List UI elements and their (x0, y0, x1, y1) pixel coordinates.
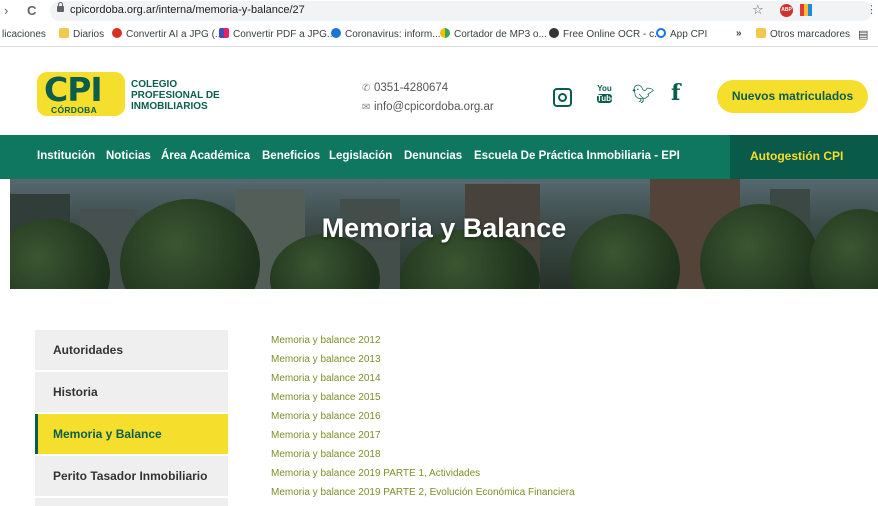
bookmark-item[interactable]: Convertir AI a JPG (... (112, 28, 223, 42)
logo-text: CPI (44, 70, 103, 109)
logo-city: CÓRDOBA (51, 105, 98, 115)
sidebar: Autoridades Historia Memoria y Balance P… (35, 330, 228, 506)
sidebar-item-next[interactable] (35, 498, 228, 506)
youtube-icon[interactable]: You Tube (597, 84, 616, 108)
reading-list-icon[interactable]: ▤ (858, 28, 868, 42)
mail-icon: ✉ (362, 102, 371, 113)
bookmark-item[interactable]: App CPI (656, 28, 707, 42)
extension-icon[interactable] (800, 4, 812, 16)
sidebar-item-autoridades[interactable]: Autoridades (35, 330, 228, 370)
sidebar-item-perito-tasador[interactable]: Perito Tasador Inmobiliario (35, 456, 228, 496)
nav-beneficios[interactable]: Beneficios (262, 150, 320, 162)
page-title: Memoria y Balance (321, 213, 567, 243)
converter-icon (112, 28, 122, 38)
app-cpi-icon (656, 28, 666, 38)
nav-noticias[interactable]: Noticias (106, 150, 151, 162)
address-bar[interactable]: cpicordoba.org.ar/interna/memoria-y-bala… (50, 1, 872, 21)
nuevos-matriculados-button[interactable]: Nuevos matriculados (717, 80, 868, 113)
lock-icon (57, 2, 64, 12)
bookmark-item[interactable]: Coronavirus: inform... (331, 28, 441, 42)
document-list: Memoria y balance 2012 Memoria y balance… (271, 334, 575, 505)
document-link[interactable]: Memoria y balance 2012 (271, 334, 575, 353)
twitter-icon[interactable]: 🐦︎ (632, 84, 655, 105)
url-text[interactable]: cpicordoba.org.ar/interna/memoria-y-bala… (70, 4, 305, 16)
document-link[interactable]: Memoria y balance 2018 (271, 448, 575, 467)
logo[interactable]: CPI CÓRDOBA (37, 70, 125, 116)
document-link[interactable]: Memoria y balance 2017 (271, 429, 575, 448)
site-header: CPI CÓRDOBA COLEGIO PROFESIONAL DE INMOB… (0, 47, 878, 135)
facebook-icon[interactable]: f (671, 80, 680, 106)
bookmark-item[interactable]: Convertir PDF a JPG... (219, 28, 335, 42)
document-link[interactable]: Memoria y balance 2014 (271, 372, 575, 391)
browser-chrome: › C cpicordoba.org.ar/interna/memoria-y-… (0, 0, 878, 47)
reload-icon[interactable]: C (27, 3, 36, 18)
nav-institucion[interactable]: Institución (37, 150, 95, 162)
instagram-icon[interactable] (553, 88, 572, 107)
document-link[interactable]: Memoria y balance 2019 PARTE 2, Evolució… (271, 486, 575, 505)
email[interactable]: ✉ info@cpicordoba.org.ar (362, 101, 494, 120)
bookmark-item[interactable]: Cortador de MP3 o... (440, 28, 547, 42)
drop-icon (331, 28, 341, 38)
contact-info: ✆ 0351-4280674 ✉ info@cpicordoba.org.ar (362, 82, 494, 120)
bookmarks-overflow-icon[interactable]: » (736, 28, 742, 39)
bookmark-item[interactable]: Free Online OCR - c... (549, 28, 662, 42)
nav-denuncias[interactable]: Denuncias (404, 150, 462, 162)
sidebar-item-historia[interactable]: Historia (35, 372, 228, 412)
bookmark-star-icon[interactable]: ☆ (752, 2, 764, 18)
sidebar-item-memoria-y-balance[interactable]: Memoria y Balance (35, 414, 228, 454)
document-link[interactable]: Memoria y balance 2013 (271, 353, 575, 372)
adblock-extension-icon[interactable]: ABP (780, 4, 793, 17)
nav-area-academica[interactable]: Área Académica (161, 150, 250, 162)
nav-autogestion[interactable]: Autogestión CPI (750, 149, 843, 163)
bookmarks-bar: licaciones Diarios Convertir AI a JPG (.… (0, 23, 878, 45)
folder-icon (59, 28, 69, 38)
autogestion-section: Autogestión CPI (730, 135, 878, 179)
address-row: › C cpicordoba.org.ar/interna/memoria-y-… (0, 0, 878, 22)
pdf-converter-icon (219, 28, 229, 38)
phone: ✆ 0351-4280674 (362, 82, 449, 94)
hero-banner: Memoria y Balance (10, 179, 878, 289)
folder-icon (756, 28, 766, 38)
bookmark-item[interactable]: Otros marcadores (756, 28, 850, 42)
menu-icon[interactable]: ⋮ (866, 3, 877, 16)
org-name: COLEGIO PROFESIONAL DE INMOBILIARIOS (131, 79, 220, 112)
document-link[interactable]: Memoria y balance 2015 (271, 391, 575, 410)
bookmark-item[interactable]: licaciones (2, 28, 46, 42)
nav-legislacion[interactable]: Legislación (329, 150, 392, 162)
bookmark-item[interactable]: Diarios (59, 28, 104, 42)
document-link[interactable]: Memoria y balance 2016 (271, 410, 575, 429)
forward-icon[interactable]: › (4, 3, 8, 18)
document-link[interactable]: Memoria y balance 2019 PARTE 1, Activida… (271, 467, 575, 486)
main-nav: Institución Noticias Área Académica Bene… (0, 135, 878, 179)
mp3-cutter-icon (440, 28, 450, 38)
ocr-icon (549, 28, 559, 38)
phone-icon: ✆ (362, 83, 371, 94)
nav-epi[interactable]: Escuela De Práctica Inmobiliaria - EPI (474, 150, 680, 162)
